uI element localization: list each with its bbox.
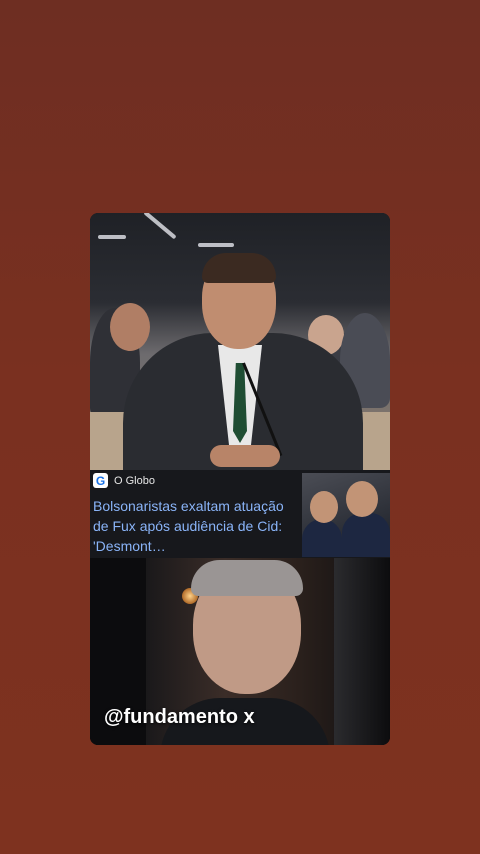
thumb-person-face bbox=[346, 481, 378, 517]
video-collage: G O Globo Bolsonaristas exaltam atuação … bbox=[90, 213, 390, 745]
news-headline[interactable]: Bolsonaristas exaltam atuação de Fux apó… bbox=[93, 496, 298, 556]
channel-watermark: @fundamento x bbox=[104, 706, 255, 728]
host-video-frame[interactable]: @fundamento x bbox=[90, 558, 390, 745]
background-person-head bbox=[110, 303, 150, 351]
ceiling-light bbox=[198, 243, 234, 247]
news-thumbnail[interactable] bbox=[302, 473, 390, 557]
news-source: G O Globo bbox=[93, 473, 155, 488]
thumb-person-face bbox=[310, 491, 338, 523]
google-news-icon: G bbox=[93, 473, 108, 488]
speaker-hair bbox=[202, 253, 276, 283]
ceiling-light bbox=[143, 213, 177, 240]
speaker-hands bbox=[210, 445, 280, 467]
ceiling-light bbox=[98, 235, 126, 239]
source-name: O Globo bbox=[114, 474, 155, 487]
thumb-person-suit bbox=[302, 519, 342, 557]
thumb-person-suit bbox=[342, 513, 390, 557]
news-card[interactable]: G O Globo Bolsonaristas exaltam atuação … bbox=[90, 470, 390, 558]
hearing-video-frame[interactable] bbox=[90, 213, 390, 470]
host-hair bbox=[191, 560, 303, 596]
video-right-shadow bbox=[334, 558, 390, 745]
